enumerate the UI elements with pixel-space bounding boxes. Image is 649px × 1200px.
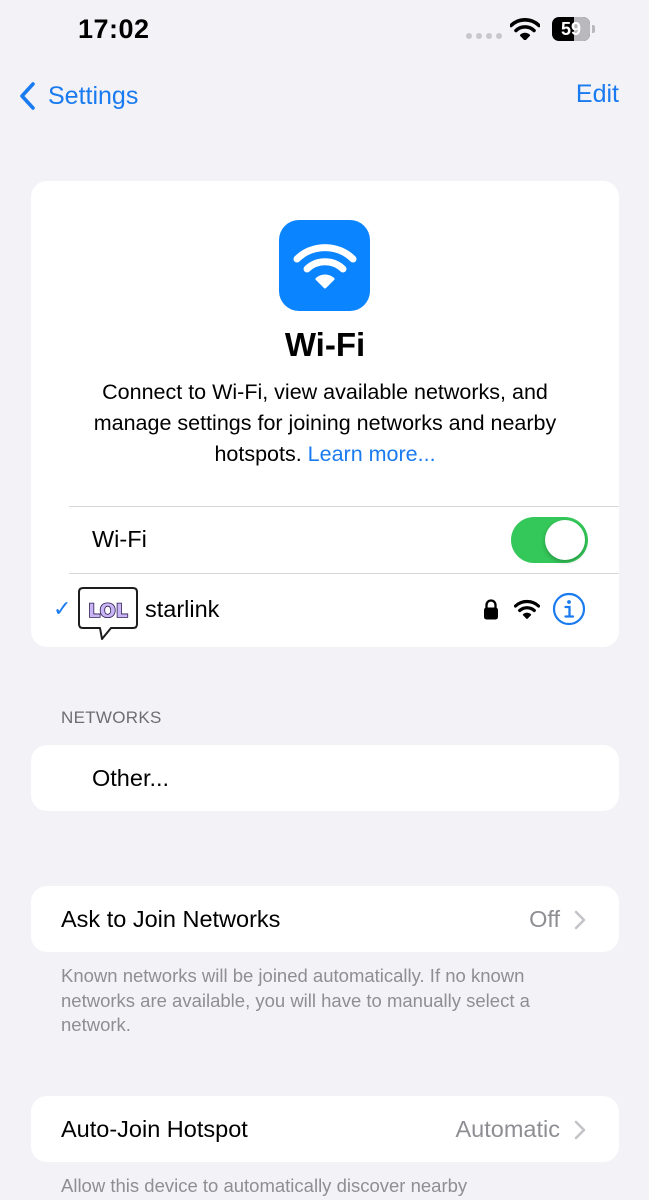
cellular-signal-icon [466, 33, 502, 39]
auto-join-hotspot-row[interactable]: Auto-Join Hotspot Automatic [31, 1096, 619, 1162]
chevron-left-icon [20, 82, 35, 110]
info-icon[interactable] [552, 592, 586, 626]
learn-more-link[interactable]: Learn more... [308, 442, 436, 466]
chevron-right-icon [574, 1120, 586, 1140]
toggle-knob [545, 520, 585, 560]
network-signal-icon [514, 599, 540, 619]
status-wifi-icon [510, 18, 540, 40]
checkmark-icon: ✓ [53, 596, 72, 621]
ask-to-join-value: Off [529, 906, 560, 932]
battery-icon: 59 [552, 17, 596, 41]
networks-header: NETWORKS [61, 708, 162, 727]
back-button[interactable]: Settings [18, 78, 138, 114]
battery-percent: 59 [560, 19, 582, 39]
wifi-app-icon [279, 220, 370, 311]
other-network-label: Other... [92, 765, 170, 791]
ask-to-join-label: Ask to Join Networks [61, 906, 281, 932]
wifi-toggle-label: Wi-Fi [92, 526, 147, 552]
edit-button[interactable]: Edit [576, 80, 619, 109]
wifi-toggle[interactable] [511, 517, 588, 563]
other-network-row[interactable]: Other... [31, 745, 619, 811]
lock-icon [484, 599, 498, 620]
network-name: starlink [145, 596, 220, 622]
auto-join-hotspot-footnote: Allow this device to automatically disco… [61, 1175, 468, 1196]
ask-to-join-footnote: Known networks will be joined automatica… [61, 965, 530, 1035]
wifi-card: Wi-Fi Connect to Wi-Fi, view available n… [31, 181, 619, 647]
lol-sticker-icon: LOL [78, 587, 138, 640]
auto-join-hotspot-value: Automatic [455, 1116, 561, 1142]
svg-text:LOL: LOL [88, 600, 128, 622]
status-time: 17:02 [78, 14, 150, 44]
ask-to-join-row[interactable]: Ask to Join Networks Off [31, 886, 619, 952]
auto-join-hotspot-label: Auto-Join Hotspot [61, 1116, 248, 1142]
card-title: Wi-Fi [284, 326, 366, 363]
back-label: Settings [48, 81, 139, 110]
wifi-icon [293, 243, 356, 288]
card-description: Connect to Wi-Fi, view available network… [61, 377, 589, 470]
chevron-right-icon [574, 910, 586, 930]
